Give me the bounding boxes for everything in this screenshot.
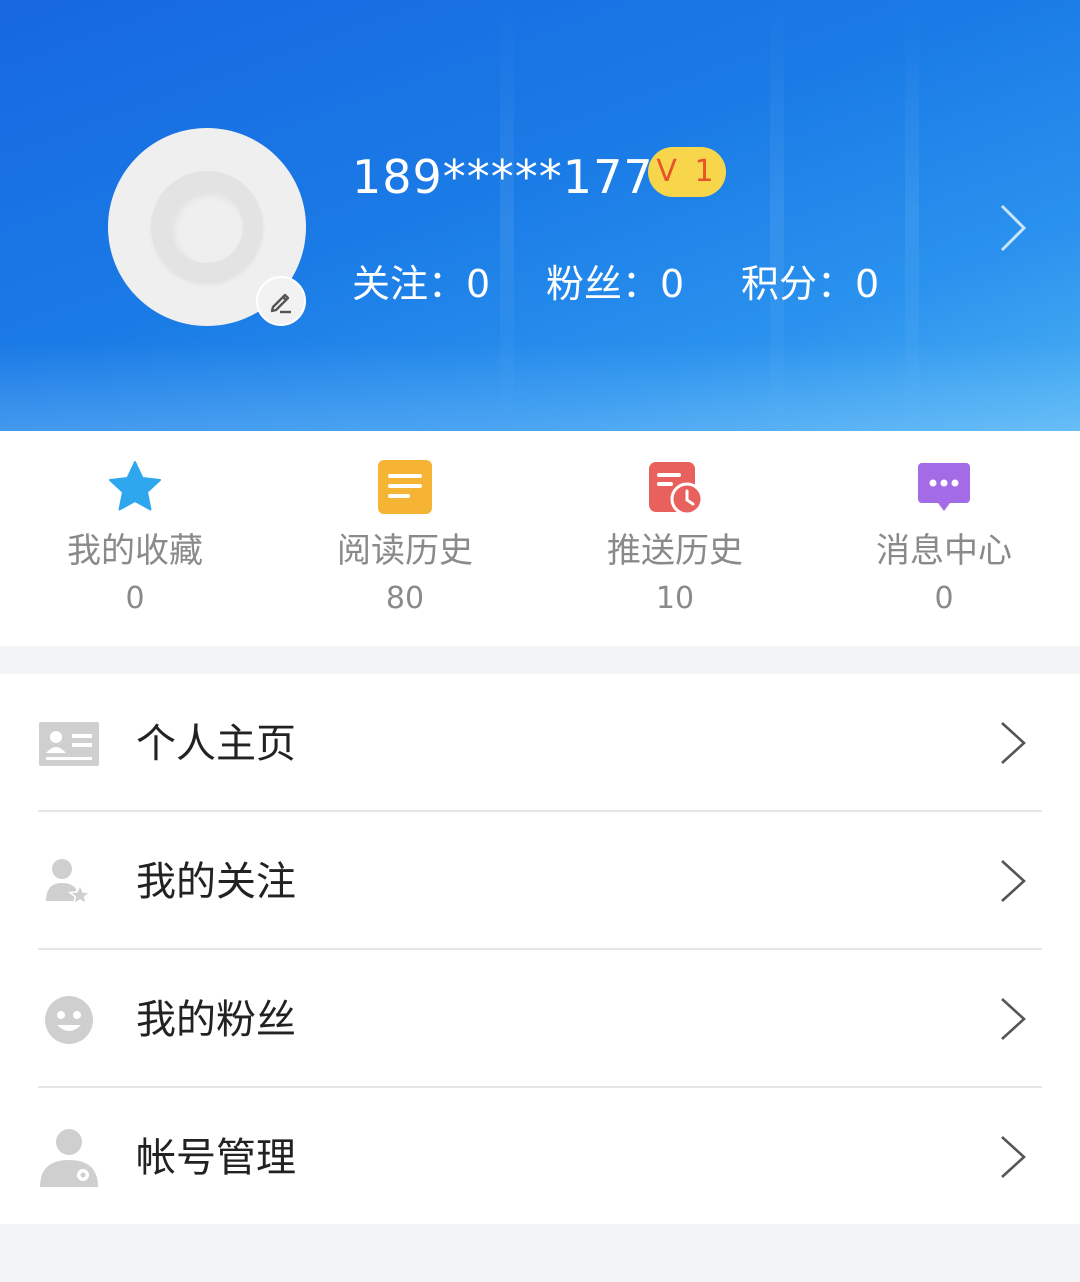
stat-value: 0	[855, 262, 880, 306]
chat-bubble-icon	[918, 463, 970, 511]
menu-item-following[interactable]: 我的关注	[0, 812, 1080, 950]
shortcut-reading-history[interactable]: 阅读历史 80	[295, 431, 515, 646]
stat-label: 积分	[741, 262, 818, 306]
stat-following[interactable]: 关注：0	[352, 258, 490, 310]
edit-avatar-button[interactable]	[256, 276, 306, 326]
star-icon	[109, 461, 161, 511]
stat-label: 粉丝	[546, 262, 623, 306]
menu-item-homepage[interactable]: 个人主页	[0, 674, 1080, 812]
user-star-icon	[46, 859, 92, 906]
stat-value: 0	[660, 262, 685, 306]
default-avatar-icon	[151, 171, 263, 283]
stat-value: 0	[466, 262, 491, 306]
stat-label: 关注	[352, 262, 429, 306]
shortcut-count: 10	[655, 581, 695, 616]
shortcut-label: 推送历史	[607, 531, 743, 571]
chevron-right-icon	[1001, 860, 1026, 902]
shortcut-push-history[interactable]: 推送历史 10	[565, 431, 785, 646]
chevron-right-icon[interactable]	[996, 200, 1030, 256]
shortcut-label: 我的收藏	[67, 531, 203, 571]
level-badge: V 1	[648, 147, 726, 197]
header-glow	[0, 341, 1080, 431]
shortcut-message-center[interactable]: 消息中心 0	[834, 431, 1054, 646]
document-icon	[378, 460, 432, 514]
phone-number: 189*****177	[352, 150, 654, 204]
stat-fans[interactable]: 粉丝：0	[546, 258, 684, 310]
menu-item-label: 我的粉丝	[136, 997, 296, 1043]
user-gear-icon	[40, 1129, 98, 1187]
stat-points[interactable]: 积分：0	[741, 258, 879, 310]
calendar-clock-icon	[649, 462, 703, 515]
shortcut-bar: 我的收藏 0 阅读历史 80 推送历史 10 消息中心 0	[0, 431, 1080, 646]
shortcut-label: 阅读历史	[337, 531, 473, 571]
menu-item-account-management[interactable]: 帐号管理	[0, 1088, 1080, 1226]
pencil-icon	[270, 293, 291, 314]
shortcut-favorites[interactable]: 我的收藏 0	[25, 431, 245, 646]
menu-item-label: 帐号管理	[136, 1135, 296, 1181]
menu-item-fans[interactable]: 我的粉丝	[0, 950, 1080, 1088]
smiley-face-icon	[45, 996, 93, 1044]
stat-separator: ：	[622, 262, 661, 306]
chevron-right-icon	[1001, 998, 1026, 1040]
shortcut-count: 0	[934, 581, 954, 616]
shortcut-count: 80	[385, 581, 425, 616]
menu-item-label: 我的关注	[136, 859, 296, 905]
menu-item-label: 个人主页	[136, 721, 296, 767]
shortcut-count: 0	[125, 581, 145, 616]
id-card-icon	[39, 722, 99, 766]
chevron-right-icon	[1001, 722, 1026, 764]
settings-menu: 个人主页 我的关注 我的粉丝 帐号管理	[0, 674, 1080, 1224]
shortcut-label: 消息中心	[876, 531, 1012, 571]
stat-separator: ：	[817, 262, 856, 306]
profile-header[interactable]: 189*****177 V 1 关注：0 粉丝：0 积分：0	[0, 0, 1080, 431]
chevron-right-icon	[1001, 1136, 1026, 1178]
stat-separator: ：	[428, 262, 467, 306]
